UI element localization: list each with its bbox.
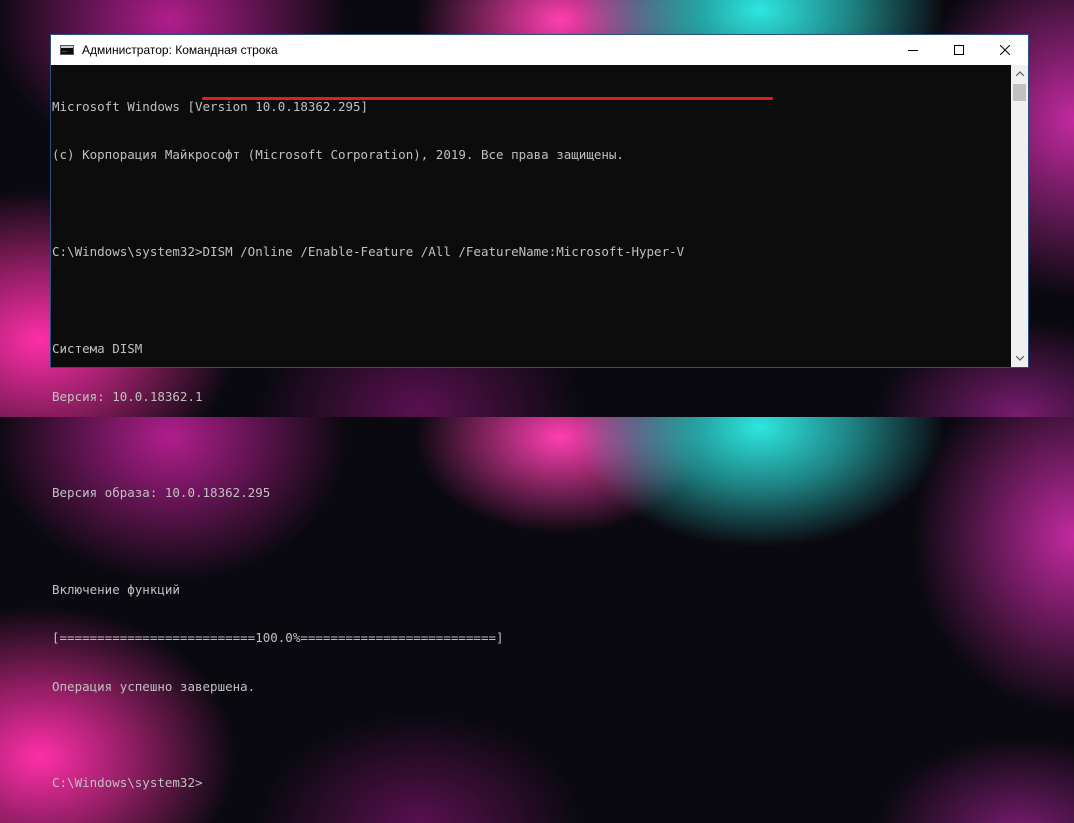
minimize-button[interactable]: [890, 35, 936, 65]
console-progress-line: [==========================100.0%=======…: [52, 630, 504, 646]
close-icon: [1000, 45, 1010, 55]
window-controls: [890, 35, 1028, 65]
console-line: Версия образа: 10.0.18362.295: [52, 485, 271, 501]
minimize-icon: [908, 50, 918, 51]
cmd-icon: [60, 43, 74, 55]
scroll-down-button[interactable]: [1011, 350, 1028, 367]
window-title: Администратор: Командная строка: [82, 43, 278, 57]
title-bar[interactable]: Администратор: Командная строка: [51, 35, 1028, 65]
command-prompt-window: Администратор: Командная строка Microsof…: [50, 34, 1029, 790]
console-prompt-line: C:\Windows\system32>: [52, 775, 203, 791]
console-line: Microsoft Windows [Version 10.0.18362.29…: [52, 99, 369, 115]
console-line: Включение функций: [52, 582, 180, 597]
chevron-down-icon: [1015, 356, 1024, 361]
console-command-line: C:\Windows\system32>DISM /Online /Enable…: [52, 244, 685, 260]
chevron-up-icon: [1015, 71, 1024, 76]
maximize-icon: [954, 45, 964, 55]
command-highlight-underline: [202, 97, 773, 100]
console-line: Операция успешно завершена.: [52, 678, 256, 694]
vertical-scrollbar[interactable]: [1011, 65, 1028, 367]
console-line: Версия: 10.0.18362.1: [52, 388, 203, 404]
console-line: (c) Корпорация Майкрософт (Microsoft Cor…: [52, 147, 624, 163]
console-output[interactable]: Microsoft Windows [Version 10.0.18362.29…: [51, 65, 1011, 790]
maximize-button[interactable]: [936, 35, 982, 65]
scrollbar-thumb[interactable]: [1013, 84, 1026, 101]
close-button[interactable]: [982, 35, 1028, 65]
scroll-up-button[interactable]: [1011, 65, 1028, 82]
console-line: Cистема DISM: [52, 340, 143, 356]
